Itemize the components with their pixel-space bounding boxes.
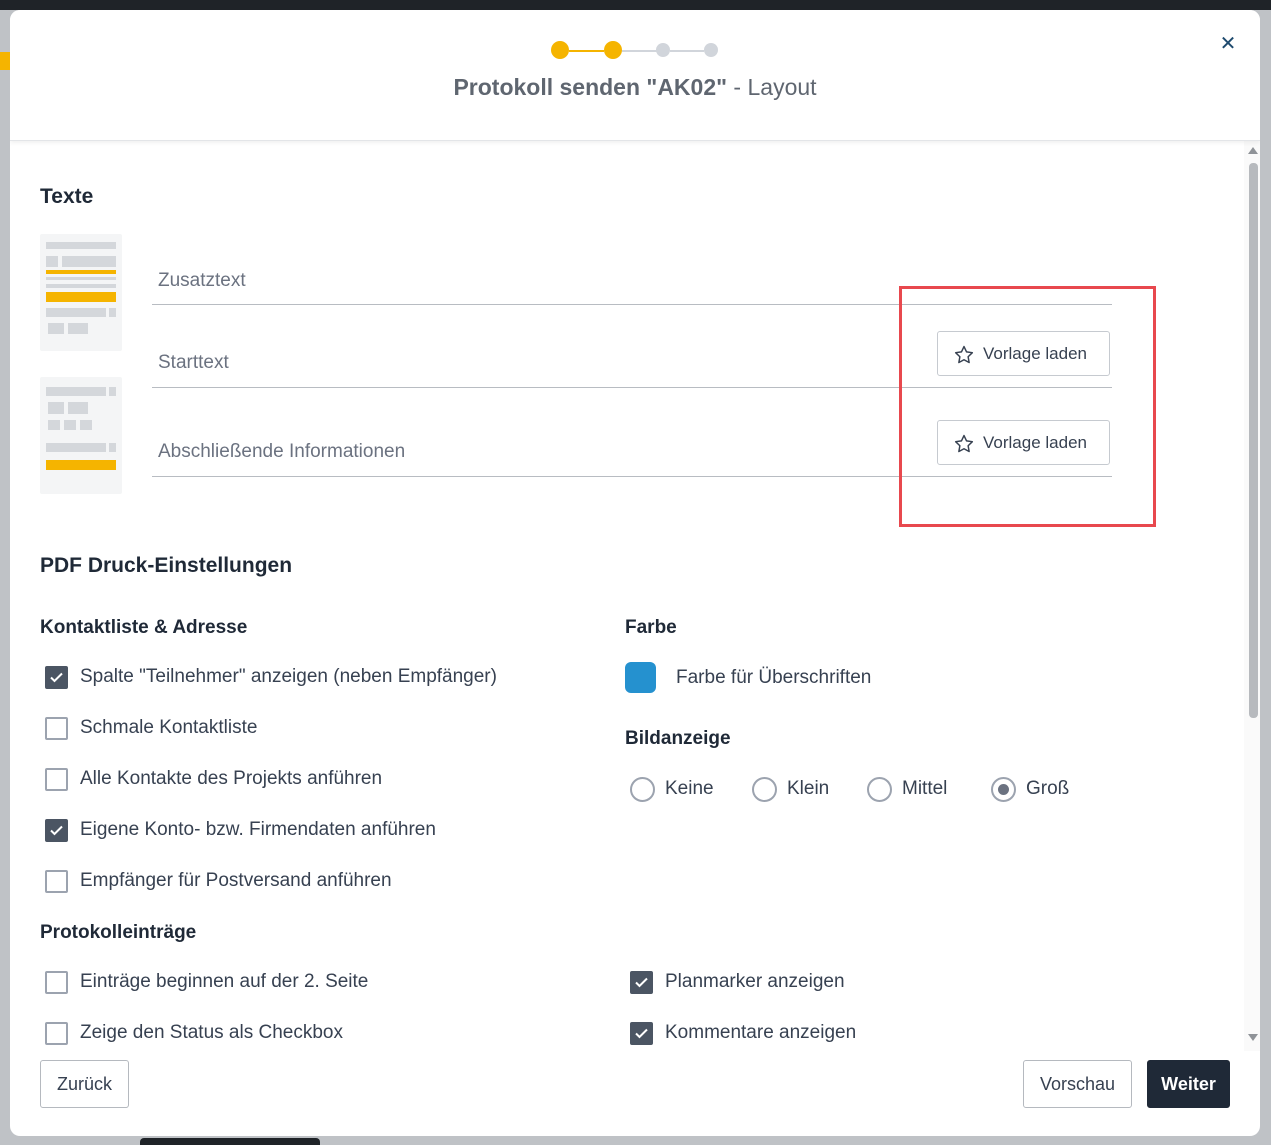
dialog-title-step: Layout	[747, 74, 817, 100]
close-icon[interactable]: ✕	[1218, 34, 1238, 54]
option-label: Kommentare anzeigen	[665, 1022, 857, 1043]
radio-image-large[interactable]	[991, 777, 1016, 802]
entries-group-title: Protokolleinträge	[40, 922, 197, 943]
stepper	[551, 41, 721, 61]
pdf-settings-title: PDF Druck-Einstellungen	[40, 554, 293, 577]
scroll-up-arrow-icon[interactable]	[1248, 147, 1258, 154]
dialog-title: Protokoll senden "AK02" - Layout	[10, 74, 1260, 101]
closing-info-label: Abschließende Informationen	[158, 441, 406, 462]
dialog-content: Texte Zusatztext Starttext Abschließende…	[10, 141, 1244, 1051]
heading-color-swatch[interactable]	[625, 662, 656, 693]
step-1	[551, 41, 569, 59]
checkbox-checked[interactable]	[630, 971, 653, 994]
radio-image-none[interactable]	[630, 777, 655, 802]
step-4	[704, 43, 718, 57]
checkbox-checked[interactable]	[45, 819, 68, 842]
option-label: Schmale Kontaktliste	[80, 717, 258, 738]
heading-color-label: Farbe für Überschriften	[676, 667, 872, 688]
dialog-title-separator: -	[727, 74, 748, 100]
backdrop-accent	[0, 52, 10, 70]
option-label: Planmarker anzeigen	[665, 971, 845, 992]
option-label: Alle Kontakte des Projekts anführen	[80, 768, 383, 789]
checkbox[interactable]	[45, 870, 68, 893]
layout-thumbnail-bottom-icon	[40, 377, 122, 494]
backdrop-bottom-element	[140, 1138, 320, 1145]
send-protocol-dialog: Protokoll senden "AK02" - Layout ✕ Texte	[10, 10, 1260, 1136]
next-button[interactable]: Weiter	[1147, 1060, 1230, 1108]
highlight-annotation-box	[899, 286, 1156, 527]
radio-label-medium: Mittel	[902, 778, 948, 799]
option-label: Zeige den Status als Checkbox	[80, 1022, 343, 1043]
step-2	[604, 41, 622, 59]
checkbox-checked[interactable]	[630, 1022, 653, 1045]
step-connector	[569, 50, 604, 52]
scroll-thumb[interactable]	[1249, 163, 1258, 718]
dialog-header: Protokoll senden "AK02" - Layout ✕	[10, 10, 1260, 141]
preview-button[interactable]: Vorschau	[1023, 1060, 1132, 1108]
radio-label-large: Groß	[1026, 778, 1070, 799]
scrollbar[interactable]	[1244, 141, 1260, 1051]
step-connector	[670, 50, 704, 52]
radio-image-small[interactable]	[752, 777, 777, 802]
option-label: Empfänger für Postversand anführen	[80, 870, 392, 891]
back-button[interactable]: Zurück	[40, 1060, 129, 1108]
backdrop-top-bar	[0, 0, 1271, 10]
additional-text-label: Zusatztext	[158, 270, 246, 291]
option-label: Einträge beginnen auf der 2. Seite	[80, 971, 369, 992]
color-group-title: Farbe	[625, 617, 677, 638]
option-label: Eigene Konto- bzw. Firmendaten anführen	[80, 819, 436, 840]
checkbox[interactable]	[45, 768, 68, 791]
option-label: Spalte "Teilnehmer" anzeigen (neben Empf…	[80, 666, 497, 687]
checkbox[interactable]	[45, 717, 68, 740]
radio-image-medium[interactable]	[867, 777, 892, 802]
dialog-title-main: Protokoll senden "AK02"	[453, 74, 728, 100]
checkbox-checked[interactable]	[45, 666, 68, 689]
layout-thumbnail-top-icon	[40, 234, 122, 351]
texts-section-title: Texte	[40, 185, 94, 208]
radio-label-small: Klein	[787, 778, 830, 799]
step-3	[656, 43, 670, 57]
checkbox[interactable]	[45, 971, 68, 994]
start-text-label: Starttext	[158, 352, 229, 373]
contact-group-title: Kontaktliste & Adresse	[40, 617, 248, 638]
scroll-down-arrow-icon[interactable]	[1248, 1034, 1258, 1041]
radio-label-none: Keine	[665, 778, 714, 799]
checkbox[interactable]	[45, 1022, 68, 1045]
image-display-title: Bildanzeige	[625, 728, 731, 749]
